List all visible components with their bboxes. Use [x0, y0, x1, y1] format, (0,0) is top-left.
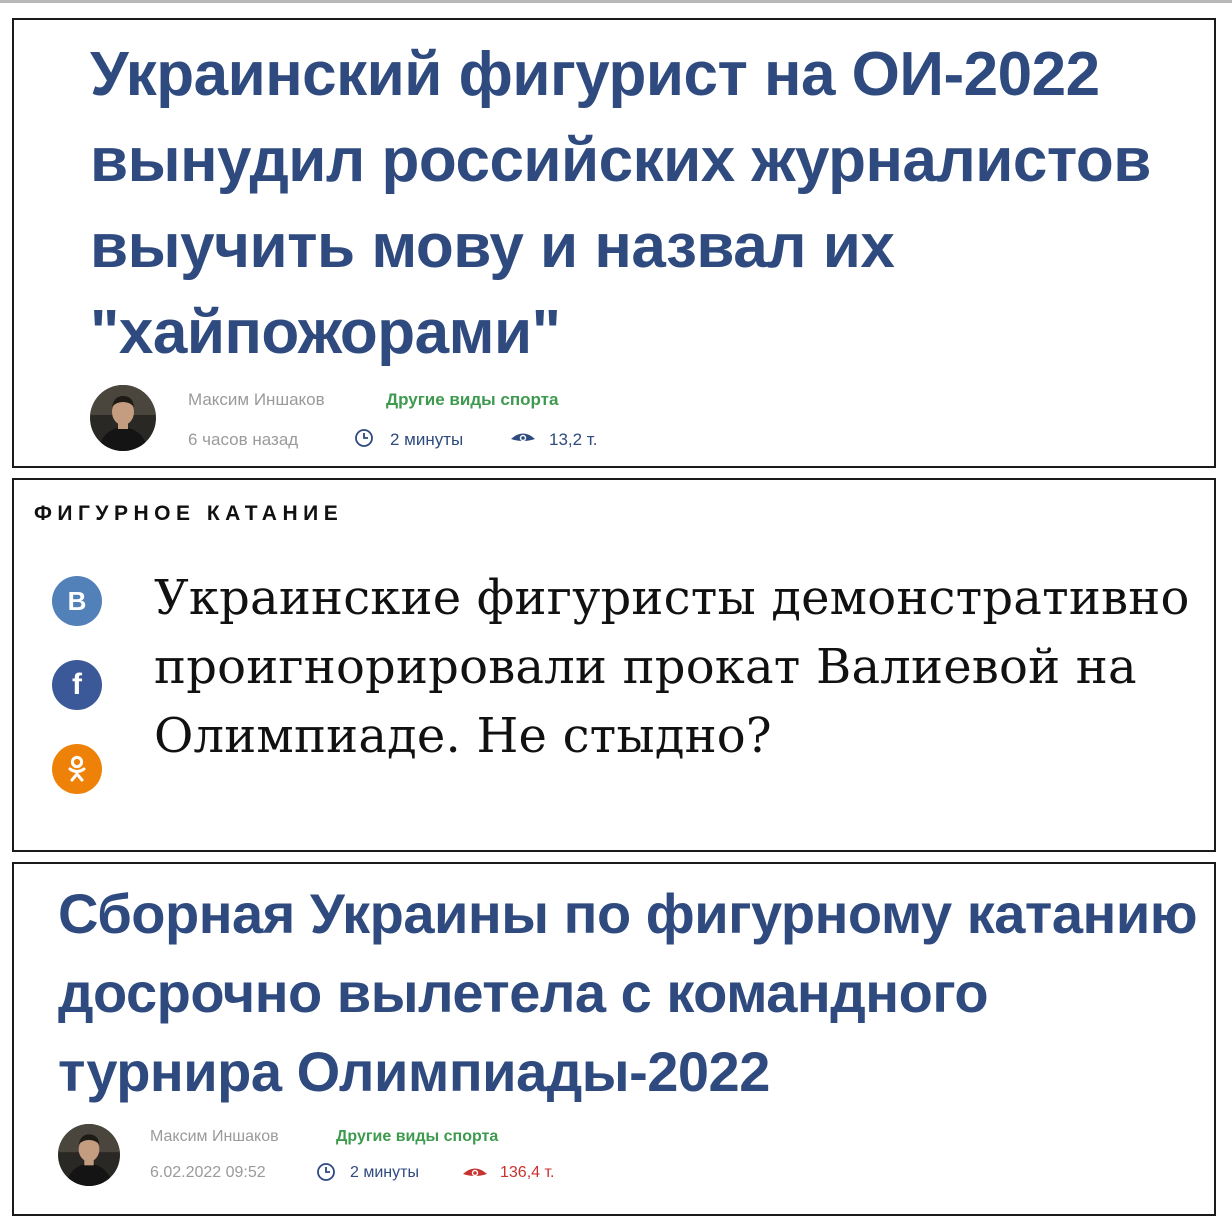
rubric-label[interactable]: ФИГУРНОЕ КАТАНИЕ — [34, 502, 343, 526]
category-link[interactable]: Другие виды спорта — [336, 1128, 498, 1146]
facebook-icon: f — [72, 668, 82, 701]
publish-time: 6 часов назад — [188, 430, 299, 449]
author-avatar[interactable] — [90, 385, 156, 451]
read-time: 2 минуты — [350, 1164, 419, 1181]
vk-icon: В — [67, 586, 87, 616]
author-name[interactable]: Максим Иншаков — [188, 390, 325, 410]
publish-time: 6.02.2022 09:52 — [150, 1164, 266, 1181]
read-time: 2 минуты — [390, 430, 464, 449]
article-card-2: ФИГУРНОЕ КАТАНИЕ В f Украинские фигурист… — [12, 478, 1216, 852]
category-link[interactable]: Другие виды спорта — [386, 390, 558, 410]
top-divider — [0, 0, 1232, 3]
vk-share-button[interactable]: В — [52, 576, 102, 626]
article-headline[interactable]: Сборная Украины по фигурному катанию дос… — [58, 874, 1208, 1111]
view-count: 136,4 т. — [500, 1164, 555, 1181]
author-name[interactable]: Максим Иншаков — [150, 1128, 279, 1146]
eye-icon — [511, 433, 535, 442]
article-headline[interactable]: Украинский фигурист на ОИ-2022 вынудил р… — [90, 32, 1200, 376]
clock-icon — [355, 429, 373, 447]
article-card-1: Украинский фигурист на ОИ-2022 вынудил р… — [12, 18, 1216, 468]
author-avatar[interactable] — [58, 1124, 120, 1186]
odnoklassniki-share-button[interactable] — [52, 744, 102, 794]
article-card-3: Сборная Украины по фигурному катанию дос… — [12, 862, 1216, 1216]
facebook-share-button[interactable]: f — [52, 660, 102, 710]
view-count: 13,2 т. — [549, 430, 598, 449]
article-headline[interactable]: Украинские фигуристы демонстративно прои… — [154, 564, 1194, 771]
ok-icon — [68, 755, 86, 782]
clock-icon — [317, 1163, 335, 1181]
eye-icon — [463, 1168, 487, 1177]
